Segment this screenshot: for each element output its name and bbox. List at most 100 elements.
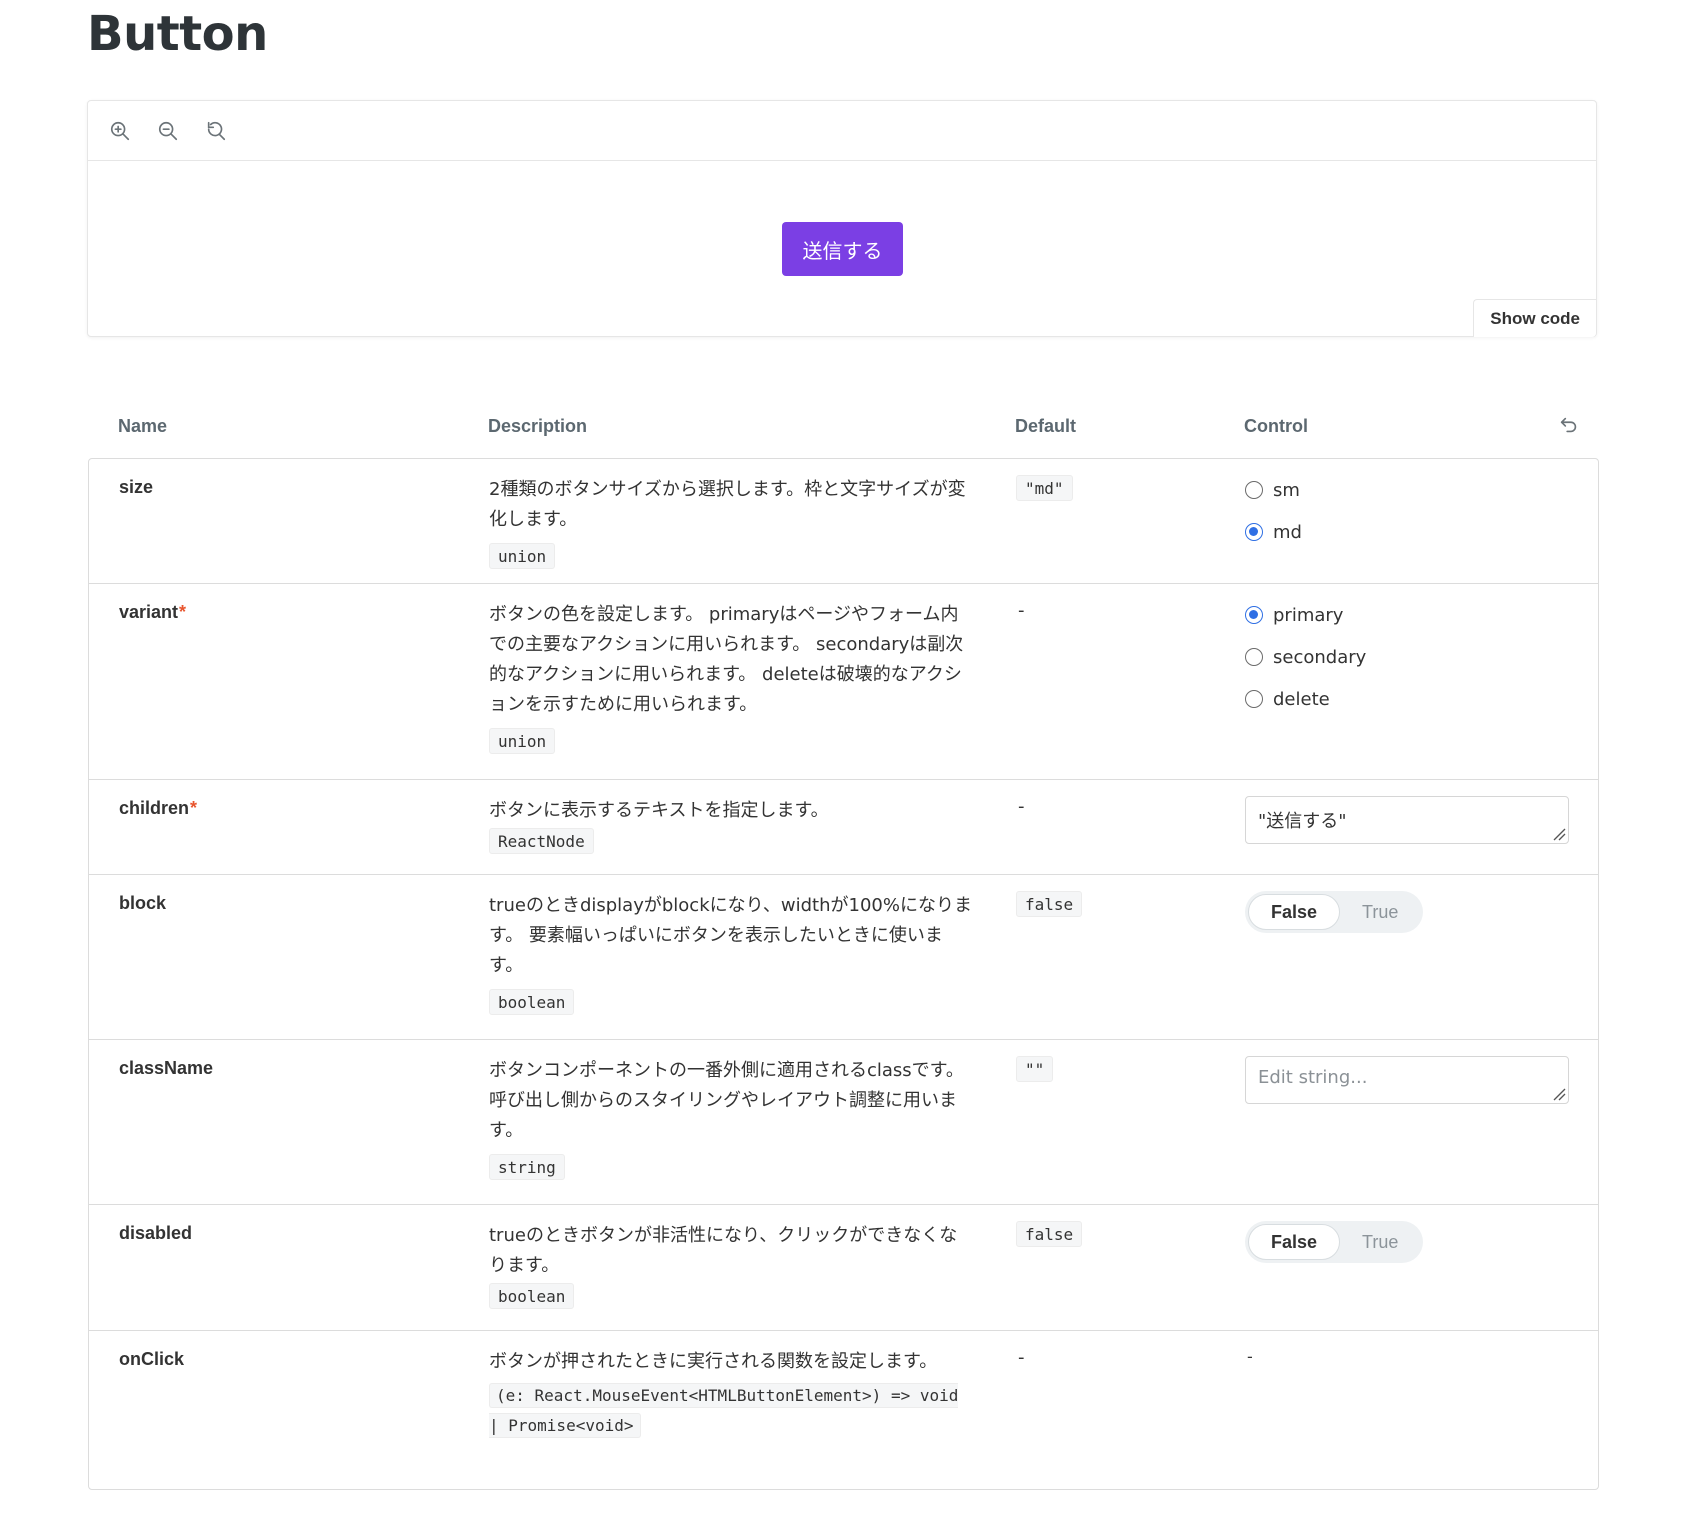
zoom-in-icon[interactable] [108,119,132,143]
size-radio-group: sm md [1245,475,1302,559]
variant-radio-group: primary secondary delete [1245,600,1366,726]
prop-default-cell: - [1016,1347,1025,1368]
resize-handle-icon[interactable] [1552,827,1566,841]
prop-name: size [119,477,154,497]
show-code-button[interactable]: Show code [1473,299,1596,337]
prop-name: block [119,893,167,913]
classname-text-input[interactable]: Edit string... [1245,1056,1569,1104]
reset-controls-icon[interactable] [1558,414,1580,436]
reset-zoom-icon[interactable] [204,119,228,143]
prop-description: trueのときボタンが非活性になり、クリックができなくなります。 [489,1225,958,1276]
prop-description-cell: ボタンが押されたときに実行される関数を設定します。 (e: React.Mous… [489,1347,974,1441]
prop-name: disabled [119,1223,193,1243]
column-header-description: Description [488,416,588,436]
table-row-variant: variant* ボタンの色を設定します。 primaryはページやフォーム内で… [89,584,1598,780]
prop-description: 2種類のボタンサイズから選択します。枠と文字サイズが変化します。 [489,479,966,530]
column-header-control: Control [1244,416,1308,436]
onclick-control: - [1245,1347,1253,1366]
prop-description: ボタンに表示するテキストを指定します。 [489,800,829,821]
table-row-disabled: disabled trueのときボタンが非活性になり、クリックができなくなります… [89,1205,1598,1331]
classname-control: Edit string... [1245,1056,1569,1104]
radio-label: md [1273,521,1302,543]
prop-default: "md" [1016,475,1073,501]
table-row-block: block trueのときdisplayがblockになり、widthが100%… [89,875,1598,1040]
radio-button[interactable] [1245,648,1263,666]
prop-name-cell: children* [119,798,197,819]
radio-label: secondary [1273,646,1367,668]
prop-default: false [1016,891,1083,917]
boolean-toggle[interactable]: False True [1245,1221,1424,1263]
table-row-children: children* ボタンに表示するテキストを指定します。 ReactNode … [89,780,1598,875]
radio-button-selected[interactable] [1245,523,1263,541]
radio-option-delete[interactable]: delete [1245,684,1366,714]
column-header-name: Name [118,416,168,436]
prop-type: (e: React.MouseEvent<HTMLButtonElement>)… [489,1383,959,1438]
prop-default-cell: "" [1016,1056,1054,1082]
toggle-option-true[interactable]: True [1340,1224,1420,1260]
prop-type: boolean [489,989,575,1015]
page-title: Button [87,6,268,62]
prop-description: trueのときdisplayがblockになり、widthが100%になります。… [489,895,972,976]
control-placeholder: - [1247,1347,1253,1366]
prop-type: boolean [489,1283,575,1309]
radio-label: sm [1273,479,1300,501]
prop-description-cell: ボタンに表示するテキストを指定します。 ReactNode [489,796,974,857]
prop-type: union [489,728,556,754]
prop-name: className [119,1058,214,1078]
prop-name: onClick [119,1349,185,1369]
prop-name: children [119,798,190,818]
prop-description-cell: 2種類のボタンサイズから選択します。枠と文字サイズが変化します。 union [489,475,974,572]
radio-option-primary[interactable]: primary [1245,600,1366,630]
required-mark: * [190,798,198,818]
prop-default: - [1018,1347,1025,1368]
prop-description-cell: trueのときdisplayがblockになり、widthが100%になります。… [489,891,974,1018]
prop-default-cell: - [1016,796,1025,817]
submit-button[interactable]: 送信する [782,222,903,276]
prop-description: ボタンコンポーネントの一番外側に適用されるclassです。 呼び出し側からのスタ… [489,1060,964,1141]
radio-option-secondary[interactable]: secondary [1245,642,1366,672]
prop-description: ボタンの色を設定します。 primaryはページやフォーム内での主要なアクション… [489,604,964,715]
toggle-option-false[interactable]: False [1248,1224,1341,1260]
radio-label: delete [1273,688,1330,710]
zoom-out-icon[interactable] [156,119,180,143]
prop-default-cell: - [1016,600,1025,621]
disabled-boolean-toggle: False True [1245,1221,1424,1263]
prop-type: union [489,543,556,569]
preview-stage: 送信する Show code [88,161,1596,337]
children-text-input[interactable]: "送信する" [1245,796,1569,844]
preview-canvas: 送信する Show code [87,100,1597,337]
preview-toolbar [88,101,1596,161]
prop-type: ReactNode [489,828,594,854]
table-row-onclick: onClick ボタンが押されたときに実行される関数を設定します。 (e: Re… [89,1331,1598,1489]
resize-handle-icon[interactable] [1552,1087,1566,1101]
prop-type: string [489,1154,565,1180]
radio-button[interactable] [1245,481,1263,499]
prop-default-cell: false [1016,891,1083,917]
radio-button[interactable] [1245,690,1263,708]
table-row-classname: className ボタンコンポーネントの一番外側に適用されるclassです。 … [89,1040,1598,1205]
props-table: size 2種類のボタンサイズから選択します。枠と文字サイズが変化します。 un… [88,458,1599,1490]
prop-description: ボタンが押されたときに実行される関数を設定します。 [489,1351,938,1372]
toggle-option-true[interactable]: True [1340,894,1420,930]
table-row-size: size 2種類のボタンサイズから選択します。枠と文字サイズが変化します。 un… [89,459,1598,584]
toggle-option-false[interactable]: False [1248,894,1341,930]
column-header-default: Default [1015,416,1077,436]
radio-option-md[interactable]: md [1245,517,1302,547]
radio-button-selected[interactable] [1245,606,1263,624]
props-table-header: Name Description Default Control [88,410,1598,460]
prop-name: variant [119,602,179,622]
boolean-toggle[interactable]: False True [1245,891,1424,933]
block-boolean-toggle: False True [1245,891,1424,933]
radio-label: primary [1273,604,1344,626]
prop-name-cell: variant* [119,602,186,623]
prop-description-cell: ボタンコンポーネントの一番外側に適用されるclassです。 呼び出し側からのスタ… [489,1056,974,1183]
prop-default-cell: "md" [1016,475,1073,501]
prop-description-cell: trueのときボタンが非活性になり、クリックができなくなります。 boolean [489,1221,974,1312]
children-control: "送信する" [1245,796,1569,844]
prop-description-cell: ボタンの色を設定します。 primaryはページやフォーム内での主要なアクション… [489,600,974,757]
prop-default: "" [1016,1056,1054,1082]
prop-default: - [1018,600,1025,621]
text-input-placeholder: Edit string... [1258,1067,1368,1088]
radio-option-sm[interactable]: sm [1245,475,1302,505]
prop-default: - [1018,796,1025,817]
